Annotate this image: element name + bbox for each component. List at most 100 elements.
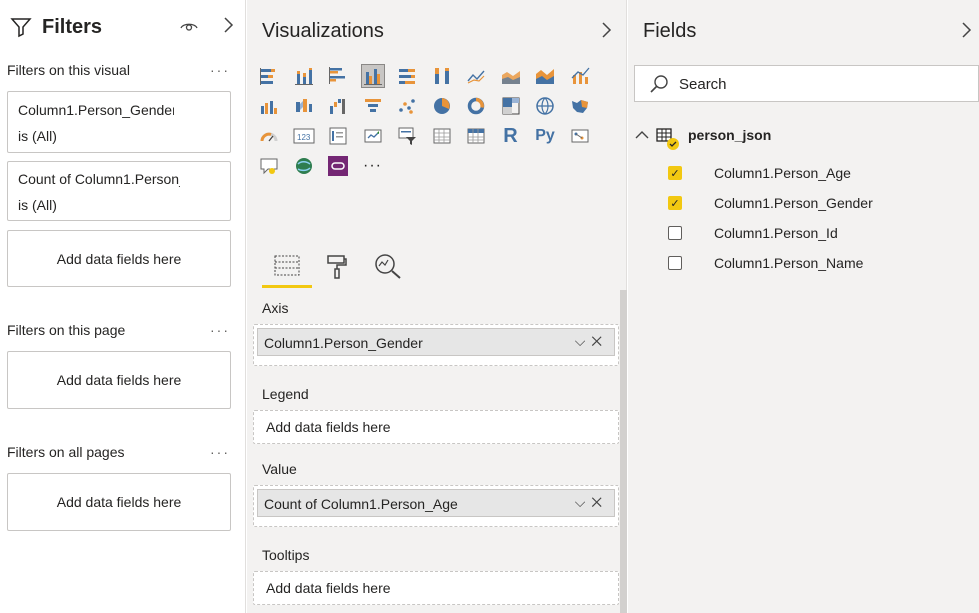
- legend-well-placeholder: Add data fields here: [266, 419, 391, 435]
- filters-title: Filters: [42, 16, 103, 38]
- axis-well[interactable]: Column1.Person_Gender ⌵✕: [253, 324, 619, 366]
- search-placeholder: Search: [679, 76, 727, 93]
- ribbon-chart-icon[interactable]: [292, 94, 316, 118]
- r-icon-text: R: [503, 124, 518, 147]
- area-chart-icon[interactable]: [499, 64, 523, 88]
- value-field-name: Count of Column1.Person_Age: [264, 496, 458, 512]
- fields-pane: Fields Search person_json ✓ Column1.Perso…: [628, 0, 979, 613]
- filters-on-visual-label: Filters on this visual: [7, 62, 130, 78]
- value-field-pill[interactable]: Count of Column1.Person_Age ⌵✕: [257, 489, 615, 517]
- tooltips-well[interactable]: Add data fields here: [253, 571, 619, 605]
- wells-scrollbar[interactable]: [620, 290, 627, 613]
- remove-field-icon[interactable]: ✕: [591, 494, 608, 510]
- matrix-icon[interactable]: [464, 124, 488, 148]
- field-row[interactable]: Column1.Person_Id: [668, 225, 838, 241]
- search-icon: [649, 74, 669, 99]
- legend-well[interactable]: Add data fields here: [253, 410, 619, 444]
- table-icon[interactable]: [430, 124, 454, 148]
- line-and-clustered-column-icon[interactable]: [257, 94, 281, 118]
- axis-well-label: Axis: [262, 300, 289, 316]
- visual-type-gallery: 123 R Py ···: [257, 64, 602, 184]
- waterfall-chart-icon[interactable]: [326, 94, 350, 118]
- scatter-chart-icon[interactable]: [395, 94, 419, 118]
- visual-filters-add-field-drop[interactable]: Add data fields here: [7, 230, 231, 287]
- map-icon[interactable]: [533, 94, 557, 118]
- field-row[interactable]: Column1.Person_Name: [668, 255, 863, 271]
- card-icon[interactable]: 123: [292, 124, 316, 148]
- stacked-area-chart-icon[interactable]: [533, 64, 557, 88]
- clustered-column-chart-icon[interactable]: [360, 64, 385, 88]
- table-name[interactable]: person_json: [688, 127, 771, 143]
- filter-card-field: Count of Column1.Person_Age: [18, 171, 180, 187]
- filled-map-icon[interactable]: [568, 94, 592, 118]
- tooltips-well-label: Tooltips: [262, 547, 310, 563]
- r-script-visual-icon[interactable]: R: [499, 124, 523, 148]
- field-label: Column1.Person_Gender: [714, 195, 873, 211]
- key-influencers-icon[interactable]: [568, 124, 592, 148]
- axis-field-pill[interactable]: Column1.Person_Gender ⌵✕: [257, 328, 615, 356]
- fields-search-box[interactable]: Search: [634, 65, 979, 102]
- card-icon-text: 123: [297, 133, 311, 142]
- legend-well-label: Legend: [262, 386, 309, 402]
- filter-card-count-age[interactable]: Count of Column1.Person_Age is (All): [7, 161, 231, 221]
- field-row[interactable]: ✓ Column1.Person_Age: [668, 165, 851, 181]
- 100-stacked-bar-chart-icon[interactable]: [395, 64, 419, 88]
- gauge-icon[interactable]: [257, 124, 281, 148]
- stacked-bar-chart-icon[interactable]: [257, 64, 281, 88]
- field-checkbox[interactable]: ✓: [668, 166, 682, 180]
- filter-card-field: Column1.Person_Gender: [18, 102, 174, 118]
- python-visual-icon[interactable]: Py: [533, 124, 557, 148]
- donut-chart-icon[interactable]: [464, 94, 488, 118]
- analytics-magnifier-icon[interactable]: [373, 252, 403, 285]
- visualizations-collapse-chevron-icon[interactable]: [600, 21, 612, 44]
- 100-stacked-column-chart-icon[interactable]: [430, 64, 454, 88]
- axis-field-name: Column1.Person_Gender: [264, 335, 423, 351]
- value-well[interactable]: Count of Column1.Person_Age ⌵✕: [253, 485, 619, 527]
- field-checkbox[interactable]: [668, 256, 682, 270]
- field-label: Column1.Person_Id: [714, 225, 838, 241]
- line-chart-icon[interactable]: [464, 64, 488, 88]
- filters-visual-more-icon[interactable]: ···: [210, 62, 230, 78]
- funnel-chart-icon[interactable]: [361, 94, 385, 118]
- format-paint-roller-icon[interactable]: [325, 252, 349, 285]
- stacked-column-chart-icon[interactable]: [292, 64, 316, 88]
- eye-icon[interactable]: [180, 18, 198, 39]
- multi-row-card-icon[interactable]: [326, 124, 350, 148]
- pie-chart-icon[interactable]: [430, 94, 454, 118]
- filters-on-all-pages-label: Filters on all pages: [7, 444, 125, 460]
- qa-visual-icon[interactable]: [257, 154, 281, 178]
- field-checkbox[interactable]: ✓: [668, 196, 682, 210]
- remove-field-icon[interactable]: ✕: [591, 333, 608, 349]
- arcgis-map-icon[interactable]: [292, 154, 316, 178]
- filter-funnel-icon: [10, 16, 32, 43]
- collapse-table-chevron-icon[interactable]: [635, 128, 649, 146]
- filter-card-state: is (All): [18, 128, 57, 144]
- power-apps-icon[interactable]: [326, 154, 350, 178]
- chevron-down-icon[interactable]: ⌵: [575, 333, 592, 349]
- filters-all-more-icon[interactable]: ···: [210, 444, 230, 460]
- kpi-icon[interactable]: [361, 124, 385, 148]
- visualizations-title: Visualizations: [262, 20, 384, 42]
- field-row[interactable]: ✓ Column1.Person_Gender: [668, 195, 873, 211]
- more-visuals-icon[interactable]: ···: [361, 154, 385, 178]
- fields-tab-icon[interactable]: [273, 252, 303, 285]
- visualizations-pane: Visualizations 123 R Py ··· Axis Column1…: [247, 0, 627, 613]
- clustered-bar-chart-icon[interactable]: [326, 64, 350, 88]
- field-checkbox[interactable]: [668, 226, 682, 240]
- filter-card-gender[interactable]: Column1.Person_Gender is (All): [7, 91, 231, 153]
- chevron-down-icon[interactable]: ⌵: [575, 494, 592, 510]
- value-well-label: Value: [262, 461, 297, 477]
- python-icon-text: Py: [535, 127, 555, 144]
- filters-page-more-icon[interactable]: ···: [210, 322, 230, 338]
- field-label: Column1.Person_Name: [714, 255, 864, 271]
- field-label: Column1.Person_Age: [714, 165, 851, 181]
- slicer-icon[interactable]: [395, 124, 419, 148]
- tooltips-well-placeholder: Add data fields here: [266, 580, 391, 596]
- treemap-icon[interactable]: [499, 94, 523, 118]
- line-and-stacked-column-icon[interactable]: [568, 64, 592, 88]
- all-pages-filters-add-field-drop[interactable]: Add data fields here: [7, 473, 231, 531]
- fields-collapse-chevron-icon[interactable]: [960, 21, 972, 44]
- filters-collapse-chevron-icon[interactable]: [222, 16, 234, 39]
- filters-pane: Filters Filters on this visual ··· Colum…: [0, 0, 246, 613]
- page-filters-add-field-drop[interactable]: Add data fields here: [7, 351, 231, 409]
